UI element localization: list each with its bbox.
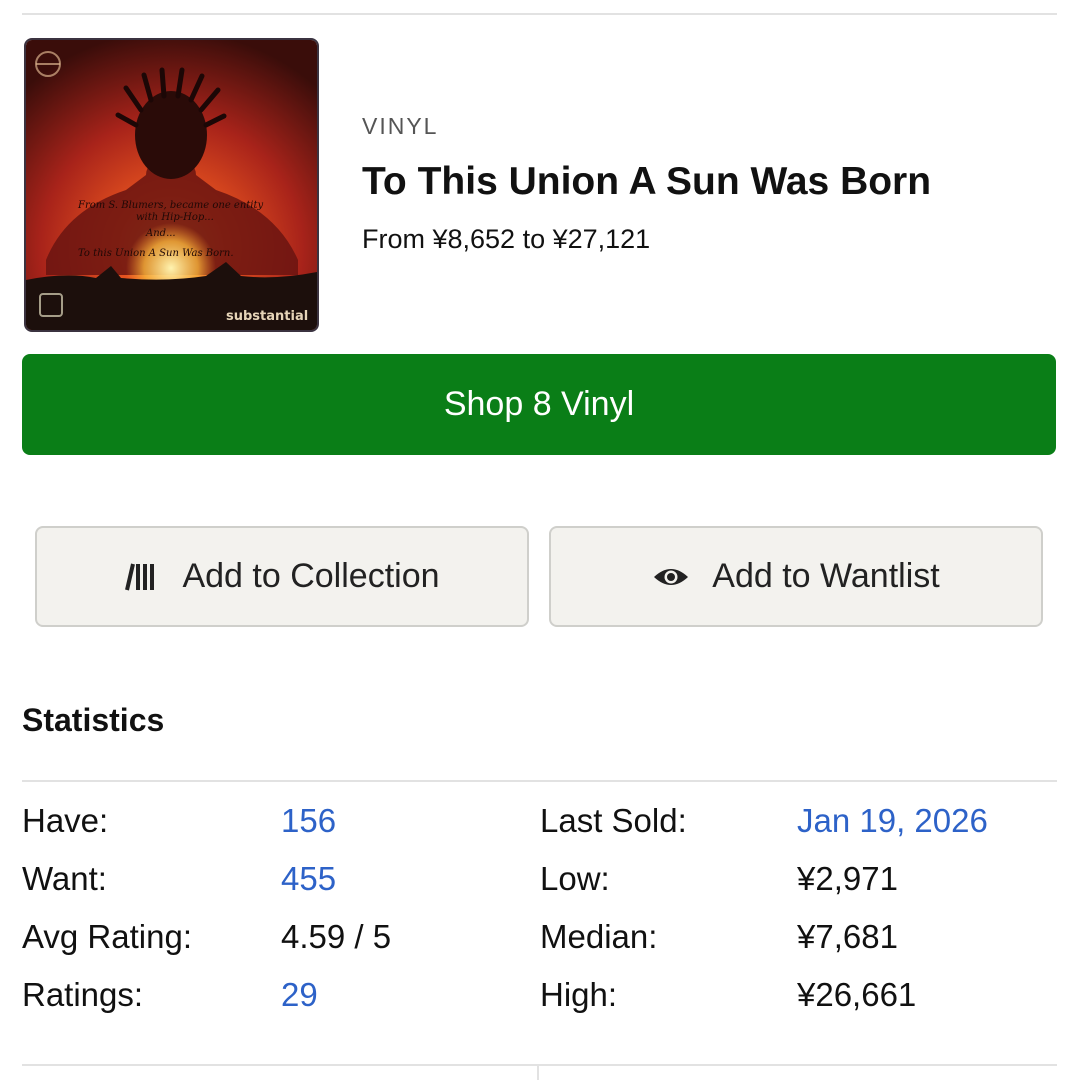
stat-value-ratings[interactable]: 29 (281, 976, 318, 1014)
collection-icon (124, 562, 160, 592)
stat-label-median: Median: (540, 918, 658, 955)
stat-value-avg-rating: 4.59 / 5 (281, 918, 392, 955)
statistics-heading: Statistics (22, 702, 165, 738)
cover-handwriting-3: And... (145, 228, 176, 239)
add-to-collection-button[interactable]: Add to Collection (35, 526, 529, 627)
stat-label-want: Want: (22, 860, 107, 897)
bottom-divider (22, 1064, 1057, 1066)
stat-label-low: Low: (540, 860, 610, 897)
stat-value-high: ¥26,661 (797, 976, 917, 1013)
stat-label-ratings: Ratings: (22, 976, 144, 1013)
stat-value-median: ¥7,681 (797, 918, 898, 955)
stat-label-avg-rating: Avg Rating: (22, 918, 192, 955)
stat-label-have: Have: (22, 802, 109, 839)
price-range: From ¥8,652 to ¥27,121 (362, 224, 651, 254)
cover-handwriting-1: From S. Blumers, became one entity (77, 200, 264, 211)
shop-vinyl-label: Shop 8 Vinyl (443, 385, 635, 423)
stat-value-have[interactable]: 156 (281, 802, 336, 840)
top-divider (22, 13, 1057, 15)
statistics-divider (22, 780, 1057, 782)
add-to-collection-label: Add to Collection (182, 557, 440, 595)
stat-label-high: High: (540, 976, 618, 1013)
shop-vinyl-button[interactable]: Shop 8 Vinyl (22, 354, 1056, 455)
stat-value-last-sold[interactable]: Jan 19, 2026 (797, 802, 988, 840)
stat-label-last-sold: Last Sold: (540, 802, 687, 839)
add-to-wantlist-button[interactable]: Add to Wantlist (549, 526, 1043, 627)
release-format: VINYL (362, 113, 439, 139)
bottom-column-divider (537, 1066, 539, 1080)
stat-value-low: ¥2,971 (797, 860, 898, 897)
album-cover[interactable]: From S. Blumers, became one entity with … (24, 38, 319, 332)
add-to-wantlist-label: Add to Wantlist (712, 557, 940, 595)
cover-handwriting-4: To this Union A Sun Was Born. (78, 248, 234, 259)
album-cover-art: From S. Blumers, became one entity with … (26, 40, 317, 330)
cover-label-text: substantial (226, 309, 308, 324)
cover-handwriting-2: with Hip-Hop... (136, 212, 214, 223)
release-title[interactable]: To This Union A Sun Was Born (362, 160, 931, 204)
stat-value-want[interactable]: 455 (281, 860, 336, 898)
eye-icon (652, 565, 690, 589)
